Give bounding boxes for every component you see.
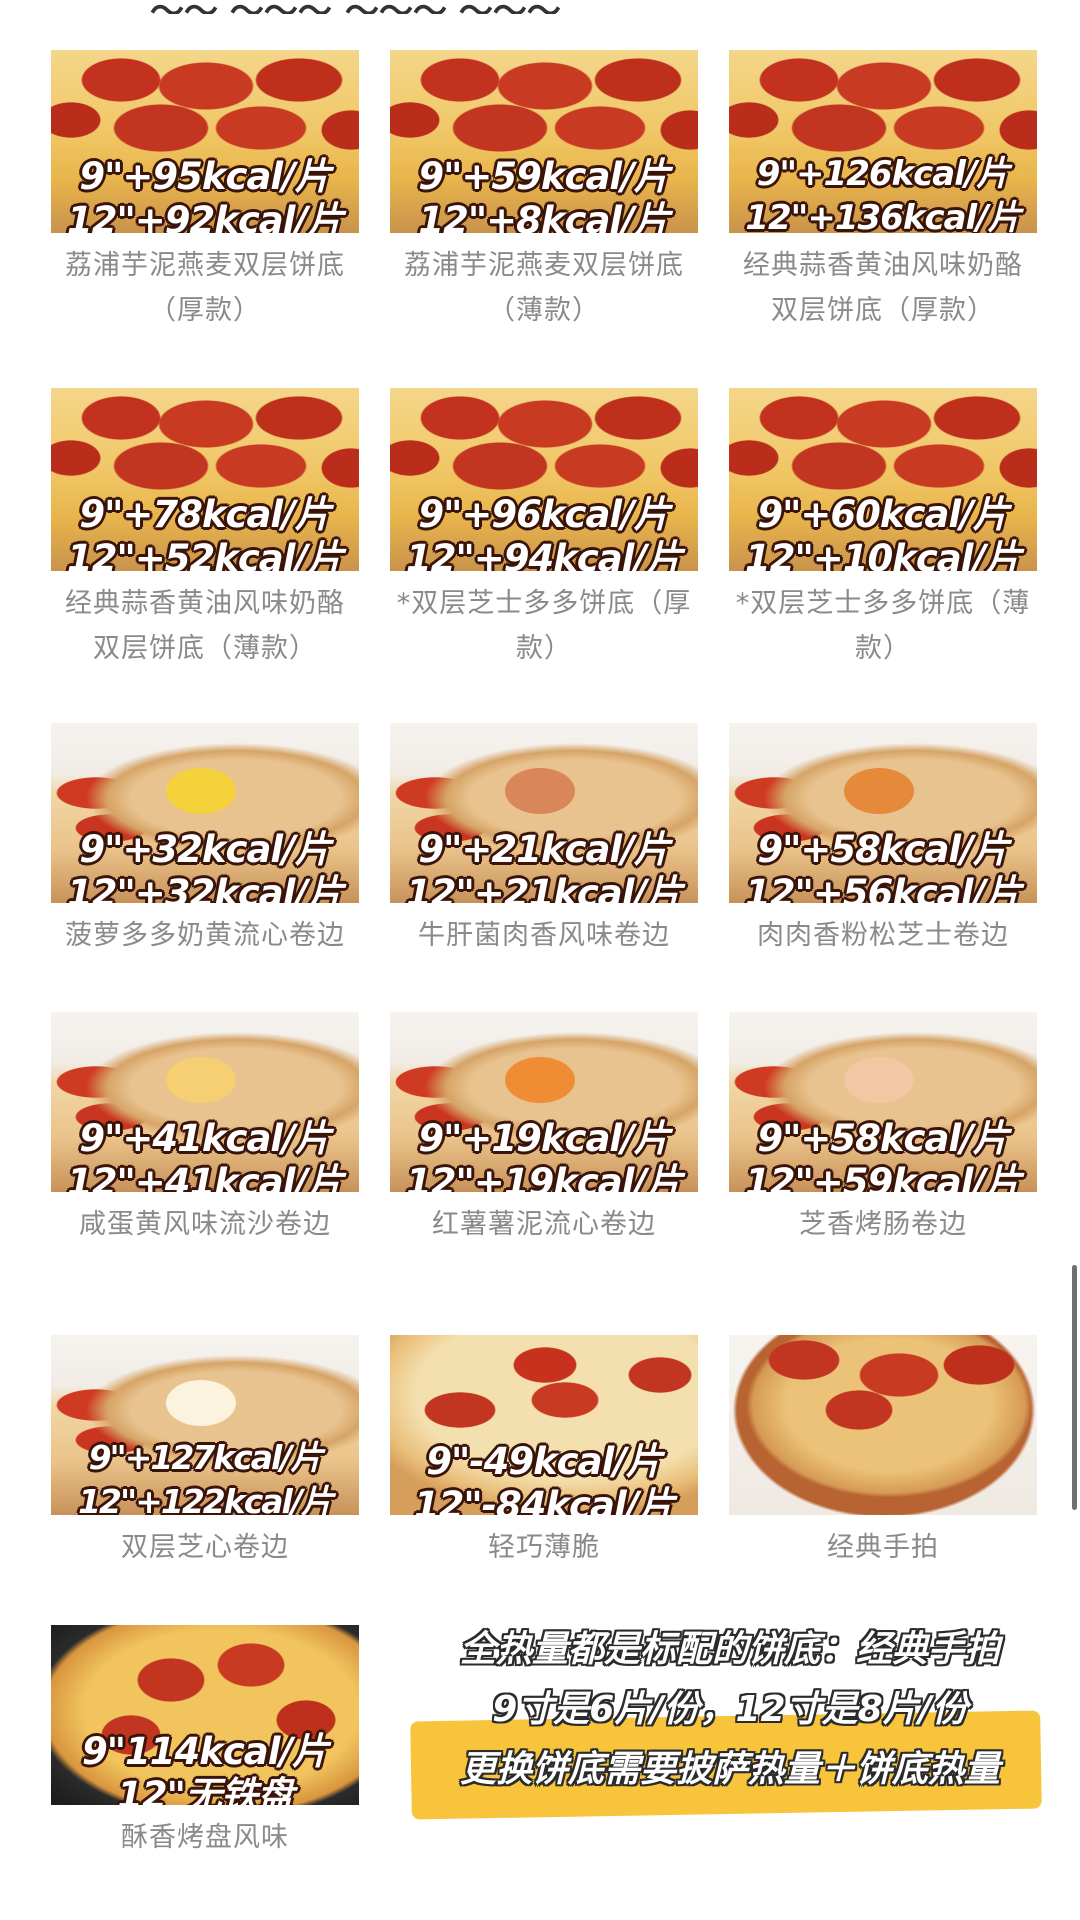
- crust-name-line-1: 荔浦芋泥燕麦双层饼底: [65, 250, 345, 281]
- pepperoni-pizza-image: 9"+60kcal/片 12"+10kcal/片: [729, 388, 1037, 571]
- crust-name: 荔浦芋泥燕麦双层饼底 （薄款）: [390, 243, 698, 333]
- calorie-note: 全热量都是标配的饼底：经典手拍 9寸是6片/份，12寸是8片/份 更换饼底需要披…: [405, 1620, 1055, 1820]
- crust-name-line-2: 双层饼底（厚款）: [771, 295, 995, 326]
- crust-name: 荔浦芋泥燕麦双层饼底 （厚款）: [51, 243, 359, 333]
- cropped-header: ～～ ～～～ ～～～ ～～～: [0, 0, 1080, 14]
- crust-name: 芝香烤肠卷边: [729, 1202, 1037, 1247]
- classic-pizza-image: [729, 1335, 1037, 1515]
- crust-item[interactable]: 9"+58kcal/片 12"+59kcal/片 芝香烤肠卷边: [729, 1012, 1037, 1247]
- crust-name-line-1: 经典蒜香黄油风味奶酪: [743, 250, 1023, 281]
- crust-name-line-1: 酥香烤盘风味: [121, 1822, 289, 1853]
- crust-name-line-1: 肉肉香粉松芝士卷边: [757, 920, 1009, 951]
- crust-item[interactable]: 9"+78kcal/片 12"+52kcal/片 经典蒜香黄油风味奶酪 双层饼底…: [51, 388, 359, 671]
- kcal-12-inch: 12"无铁盘: [117, 1774, 294, 1805]
- kcal-12-inch: 12"+52kcal/片: [67, 537, 344, 571]
- crust-name: *双层芝士多多饼底（厚 款）: [390, 581, 698, 671]
- crust-name: 菠萝多多奶黄流心卷边: [51, 913, 359, 958]
- crust-name-line-1: 荔浦芋泥燕麦双层饼底: [404, 250, 684, 281]
- crust-name-line-2: 款）: [855, 633, 911, 664]
- pepperoni-pizza-image: 9"+126kcal/片 12"+136kcal/片: [729, 50, 1037, 233]
- crust-name-line-1: 芝香烤肠卷边: [799, 1209, 967, 1240]
- scrollbar[interactable]: [1072, 1265, 1077, 1510]
- crust-name: 肉肉香粉松芝士卷边: [729, 913, 1037, 958]
- pepperoni-pizza-image: 9"+78kcal/片 12"+52kcal/片: [51, 388, 359, 571]
- crust-name: 经典手拍: [729, 1525, 1037, 1570]
- crust-item[interactable]: 9"+95kcal/片 12"+92kcal/片 荔浦芋泥燕麦双层饼底 （厚款）: [51, 50, 359, 333]
- crust-name-line-1: *双层芝士多多饼底（薄: [735, 588, 1031, 619]
- note-line-1: 全热量都是标配的饼底：经典手拍: [459, 1629, 1000, 1670]
- kcal-12-inch: 12"+19kcal/片: [406, 1161, 683, 1192]
- kcal-12-inch: 12"+21kcal/片: [406, 872, 683, 903]
- crust-name-line-1: 经典蒜香黄油风味奶酪: [65, 588, 345, 619]
- crust-item[interactable]: 9"+58kcal/片 12"+56kcal/片 肉肉香粉松芝士卷边: [729, 723, 1037, 958]
- kcal-12-inch: 12"+56kcal/片: [745, 872, 1022, 903]
- crust-name: 红薯薯泥流心卷边: [390, 1202, 698, 1247]
- pan-pizza-image: 9"114kcal/片 12"无铁盘: [51, 1625, 359, 1805]
- crust-name-line-1: *双层芝士多多饼底（厚: [396, 588, 692, 619]
- crust-name-line-2: （薄款）: [488, 295, 600, 326]
- note-line-2: 9寸是6片/份，12寸是8片/份: [492, 1689, 968, 1730]
- crust-item[interactable]: 9"+96kcal/片 12"+94kcal/片 *双层芝士多多饼底（厚 款）: [390, 388, 698, 671]
- crust-name: 经典蒜香黄油风味奶酪 双层饼底（厚款）: [729, 243, 1037, 333]
- crust-name: 牛肝菌肉香风味卷边: [390, 913, 698, 958]
- pepperoni-pizza-image: 9"+96kcal/片 12"+94kcal/片: [390, 388, 698, 571]
- kcal-12-inch: 12"+10kcal/片: [745, 537, 1022, 571]
- crust-item[interactable]: 9"+127kcal/片 12"+122kcal/片 双层芝心卷边: [51, 1335, 359, 1570]
- crust-name-line-2: 双层饼底（薄款）: [93, 633, 317, 664]
- crust-item[interactable]: 9"114kcal/片 12"无铁盘 酥香烤盘风味: [51, 1625, 359, 1860]
- crust-name-line-1: 轻巧薄脆: [488, 1532, 600, 1563]
- crust-item[interactable]: 9"+41kcal/片 12"+41kcal/片 咸蛋黄风味流沙卷边: [51, 1012, 359, 1247]
- crust-name: 经典蒜香黄油风味奶酪 双层饼底（薄款）: [51, 581, 359, 671]
- crust-item[interactable]: 9"+60kcal/片 12"+10kcal/片 *双层芝士多多饼底（薄 款）: [729, 388, 1037, 671]
- kcal-9-inch: 9"+126kcal/片: [756, 154, 1011, 194]
- kcal-12-inch: 12"-84kcal/片: [413, 1484, 675, 1515]
- crust-name-line-1: 经典手拍: [827, 1532, 939, 1563]
- pepperoni-pizza-image: 9"+59kcal/片 12"+8kcal/片: [390, 50, 698, 233]
- stuffed-crust-image: 9"+21kcal/片 12"+21kcal/片: [390, 723, 698, 903]
- kcal-9-inch: 9"+127kcal/片: [88, 1438, 324, 1477]
- kcal-12-inch: 12"+59kcal/片: [745, 1161, 1022, 1192]
- kcal-12-inch: 12"+92kcal/片: [67, 199, 344, 233]
- crust-name-line-2: （厚款）: [149, 295, 261, 326]
- kcal-12-inch: 12"+32kcal/片: [67, 872, 344, 903]
- crust-name: 双层芝心卷边: [51, 1525, 359, 1570]
- kcal-12-inch: 12"+122kcal/片: [78, 1482, 334, 1515]
- crust-name: 酥香烤盘风味: [51, 1815, 359, 1860]
- kcal-12-inch: 12"+136kcal/片: [745, 198, 1021, 233]
- crust-name: 轻巧薄脆: [390, 1525, 698, 1570]
- crust-name-line-1: 红薯薯泥流心卷边: [432, 1209, 656, 1240]
- note-line-3: 更换饼底需要披萨热量＋饼底热量: [459, 1749, 1000, 1790]
- crust-name: 咸蛋黄风味流沙卷边: [51, 1202, 359, 1247]
- crust-name-line-1: 双层芝心卷边: [121, 1532, 289, 1563]
- crust-item[interactable]: 经典手拍: [729, 1335, 1037, 1570]
- stuffed-crust-image: 9"+32kcal/片 12"+32kcal/片: [51, 723, 359, 903]
- crust-item[interactable]: 9"+126kcal/片 12"+136kcal/片 经典蒜香黄油风味奶酪 双层…: [729, 50, 1037, 333]
- crust-name-line-2: 款）: [516, 633, 572, 664]
- crust-name-line-1: 咸蛋黄风味流沙卷边: [79, 1209, 331, 1240]
- crust-item[interactable]: 9"+19kcal/片 12"+19kcal/片 红薯薯泥流心卷边: [390, 1012, 698, 1247]
- stuffed-crust-image: 9"+58kcal/片 12"+59kcal/片: [729, 1012, 1037, 1192]
- kcal-12-inch: 12"+8kcal/片: [418, 199, 670, 233]
- kcal-12-inch: 12"+94kcal/片: [406, 537, 683, 571]
- crust-name: *双层芝士多多饼底（薄 款）: [729, 581, 1037, 671]
- crust-item[interactable]: 9"+21kcal/片 12"+21kcal/片 牛肝菌肉香风味卷边: [390, 723, 698, 958]
- stuffed-crust-image: 9"+127kcal/片 12"+122kcal/片: [51, 1335, 359, 1515]
- header-fragment-1: ～～ ～～～: [150, 0, 332, 14]
- crust-item[interactable]: 9"+32kcal/片 12"+32kcal/片 菠萝多多奶黄流心卷边: [51, 723, 359, 958]
- stuffed-crust-image: 9"+58kcal/片 12"+56kcal/片: [729, 723, 1037, 903]
- crust-name-line-1: 牛肝菌肉香风味卷边: [418, 920, 670, 951]
- stuffed-crust-image: 9"+41kcal/片 12"+41kcal/片: [51, 1012, 359, 1192]
- crust-name-line-1: 菠萝多多奶黄流心卷边: [65, 920, 345, 951]
- header-fragment-2: ～～～ ～～～: [345, 0, 561, 14]
- pepperoni-pizza-image: 9"+95kcal/片 12"+92kcal/片: [51, 50, 359, 233]
- crust-item[interactable]: 9"+59kcal/片 12"+8kcal/片 荔浦芋泥燕麦双层饼底 （薄款）: [390, 50, 698, 333]
- stuffed-crust-image: 9"+19kcal/片 12"+19kcal/片: [390, 1012, 698, 1192]
- kcal-12-inch: 12"+41kcal/片: [67, 1161, 344, 1192]
- crust-item[interactable]: 9"-49kcal/片 12"-84kcal/片 轻巧薄脆: [390, 1335, 698, 1570]
- thin-crust-pizza-image: 9"-49kcal/片 12"-84kcal/片: [390, 1335, 698, 1515]
